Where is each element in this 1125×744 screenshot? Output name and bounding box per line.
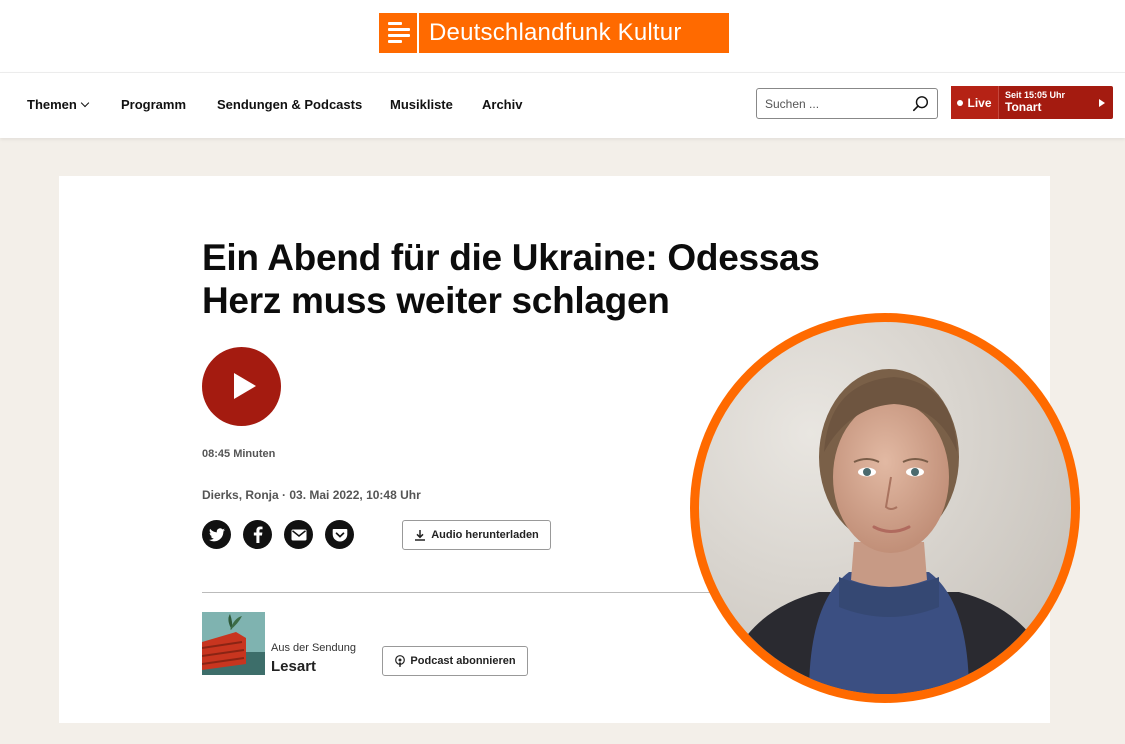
mail-icon[interactable] — [284, 520, 313, 549]
live-dot-icon — [957, 99, 964, 106]
nav-item-archiv[interactable]: Archiv — [482, 97, 522, 112]
logo-mark-icon — [379, 13, 419, 53]
live-text: Live — [967, 95, 992, 110]
download-icon — [415, 530, 426, 541]
chevron-down-icon — [80, 98, 90, 108]
podcast-subscribe-button[interactable]: Podcast abonnieren — [382, 646, 528, 676]
audio-duration: 08:45 Minuten — [202, 448, 276, 460]
live-show: Tonart — [1005, 99, 1042, 114]
pocket-icon[interactable] — [325, 520, 354, 549]
live-stream-button[interactable]: Live Seit 15:05 Uhr Tonart — [951, 86, 1113, 119]
show-thumbnail[interactable] — [202, 612, 265, 675]
main-navigation: Themen Programm Sendungen & Podcasts Mus… — [0, 72, 1125, 138]
podcast-icon — [395, 654, 406, 667]
article-title: Ein Abend für die Ukraine: Odessas Herz … — [202, 237, 820, 321]
show-from-label: Aus der Sendung — [271, 642, 357, 654]
nav-item-label: Themen — [27, 97, 77, 112]
portrait-photo — [699, 322, 1071, 694]
search-input[interactable] — [757, 89, 897, 118]
nav-item-sendungen-podcasts[interactable]: Sendungen & Podcasts — [217, 97, 362, 112]
live-label: Live — [951, 86, 999, 119]
nav-item-programm[interactable]: Programm — [121, 97, 186, 112]
show-name-link[interactable]: Lesart — [271, 658, 316, 675]
search-box — [756, 88, 938, 119]
nav-item-themen[interactable]: Themen — [27, 97, 90, 112]
logo-text: Deutschlandfunk Kultur — [429, 19, 682, 46]
download-label: Audio herunterladen — [431, 529, 539, 541]
play-arrow-icon — [1099, 98, 1105, 107]
download-audio-button[interactable]: Audio herunterladen — [402, 520, 551, 550]
article-meta: Dierks, Ronja · 03. Mai 2022, 10:48 Uhr — [202, 488, 421, 502]
nav-item-musikliste[interactable]: Musikliste — [390, 97, 453, 112]
play-button[interactable] — [202, 347, 281, 426]
logo-strip: Deutschlandfunk Kultur — [0, 0, 1125, 72]
search-icon[interactable] — [912, 95, 930, 113]
author-portrait — [690, 313, 1080, 703]
live-info: Seit 15:05 Uhr Tonart — [999, 90, 1099, 114]
podcast-label: Podcast abonnieren — [410, 655, 516, 667]
twitter-icon[interactable] — [202, 520, 231, 549]
facebook-icon[interactable] — [243, 520, 272, 549]
site-logo[interactable]: Deutschlandfunk Kultur — [379, 13, 729, 53]
